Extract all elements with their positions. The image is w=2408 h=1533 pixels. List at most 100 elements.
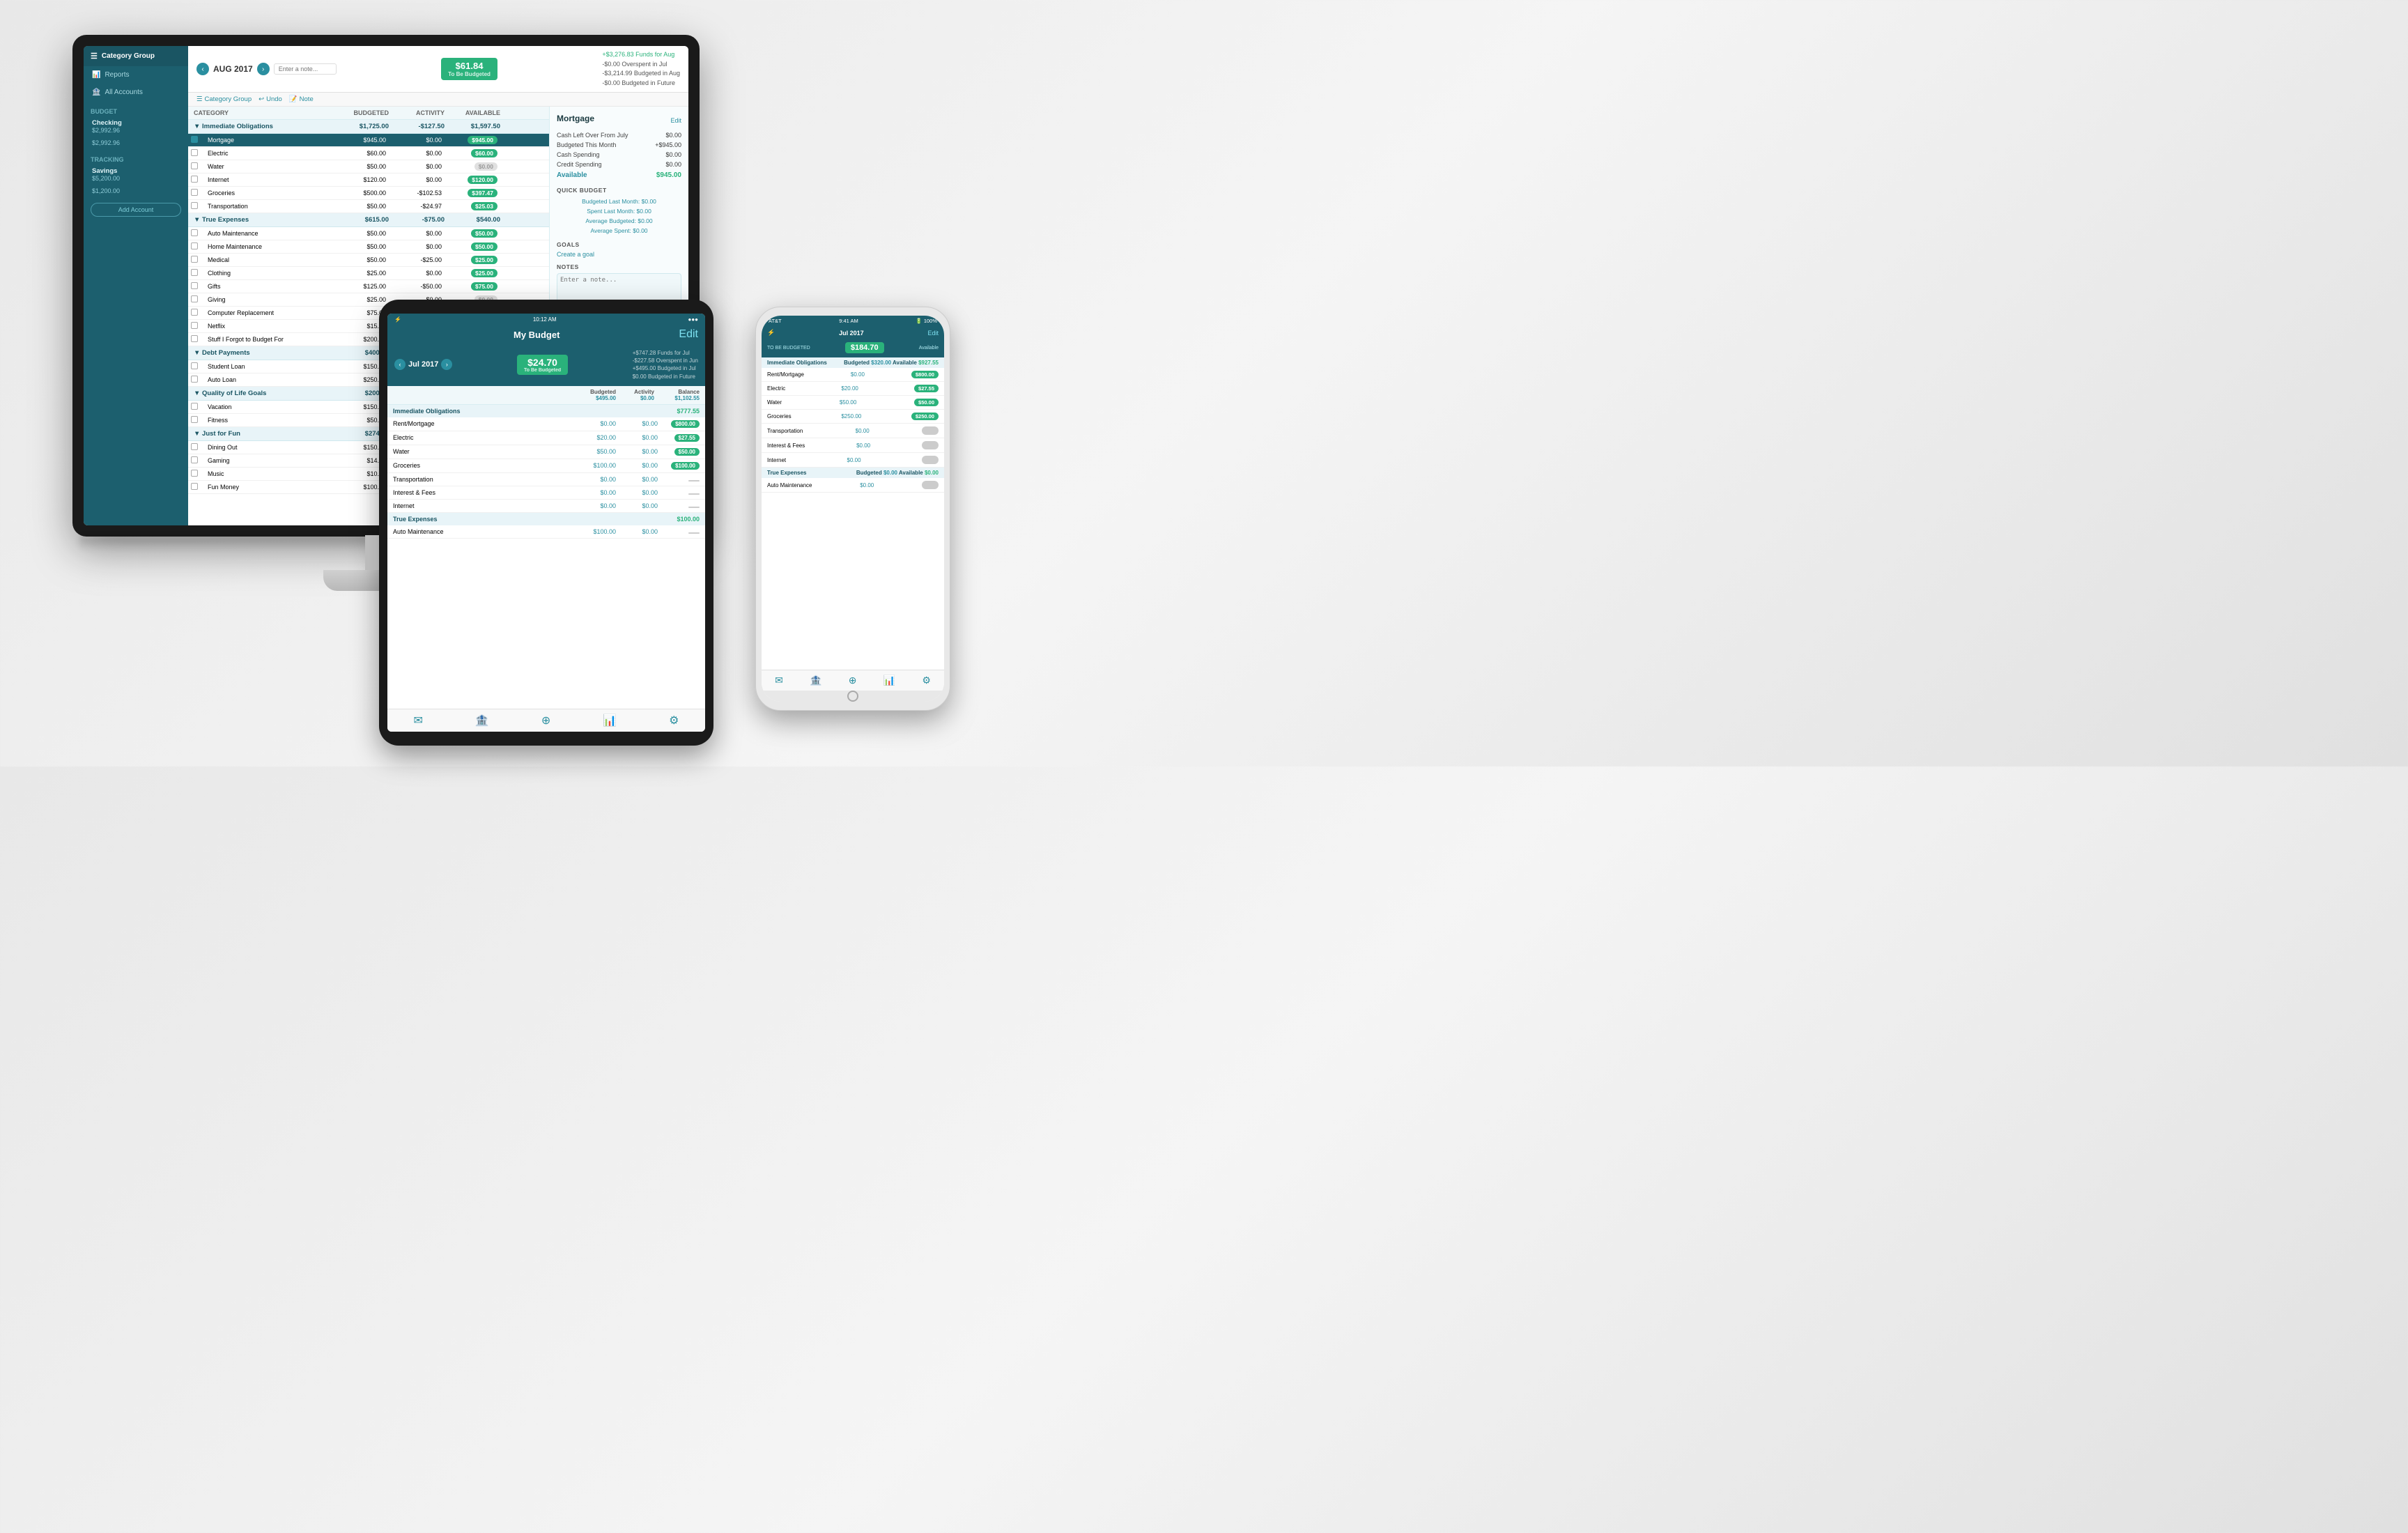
row-checkbox[interactable] [191, 136, 198, 143]
ipad-next-month[interactable]: › [441, 359, 452, 370]
table-row[interactable]: Transportation $50.00 -$24.97 $25.03 [188, 200, 549, 213]
list-item[interactable]: Transportation $0.00 $0.00 [387, 473, 705, 486]
add-account-button[interactable]: Add Account [91, 203, 181, 217]
list-item[interactable]: Water $50.00 $50.00 [762, 396, 944, 410]
list-item[interactable]: Groceries $250.00 $250.00 [762, 410, 944, 424]
ipad-table-header: Budgeted$495.00 Activity$0.00 Balance$1,… [387, 386, 705, 405]
table-row[interactable]: Home Maintenance $50.00$0.00 $50.00 [188, 240, 549, 254]
sidebar-tracking-section: TRACKING [84, 152, 188, 164]
list-item[interactable]: Interest & Fees $0.00 [762, 438, 944, 453]
toggle-switch[interactable] [922, 481, 939, 489]
sidebar-savings-account[interactable]: Savings $5,200.00 [84, 164, 188, 185]
table-row[interactable]: Water $50.00 $0.00 $0.00 [188, 160, 549, 174]
row-checkbox[interactable] [191, 162, 198, 169]
budgeted-this-month-row: Budgeted This Month +$945.00 [557, 140, 681, 150]
reports-label: Reports [105, 71, 129, 79]
list-item: Immediate Obligations $777.55 [387, 405, 705, 417]
ipad-header: My Budget Edit [387, 324, 705, 345]
list-item[interactable]: Auto Maintenance $100.00 $0.00 [387, 525, 705, 539]
toggle-switch[interactable] [922, 441, 939, 449]
row-checkbox[interactable] [191, 189, 198, 196]
sidebar-budget-label: Category Group [102, 52, 155, 60]
credit-spending-row: Credit Spending $0.00 [557, 160, 681, 169]
nav-gear-icon[interactable]: ⚙ [922, 675, 931, 686]
list-item[interactable]: Groceries $100.00 $0.00 $100.00 [387, 459, 705, 473]
list-item[interactable]: Rent/Mortgage $0.00 $0.00 $800.00 [387, 417, 705, 431]
iphone-amount-badge: $184.70 [845, 342, 884, 353]
toggle-switch[interactable] [922, 426, 939, 435]
row-checkbox[interactable] [191, 149, 198, 156]
list-item[interactable]: Auto Maintenance $0.00 [762, 478, 944, 493]
budget-icon: ☰ [91, 52, 98, 61]
table-row[interactable]: Auto Maintenance $50.00$0.00 $50.00 [188, 227, 549, 240]
iphone-device: AT&T 9:41 AM 🔋 100% ⚡ Jul 2017 Edit TO B… [755, 307, 950, 711]
ipad-prev-month[interactable]: ‹ [394, 359, 406, 370]
iphone-available-label: Available [919, 346, 939, 350]
ipad-screen: ⚡ 10:12 AM ●●● My Budget Edit ‹ Jul 2017… [387, 314, 705, 732]
list-item[interactable]: Electric $20.00 $0.00 $27.55 [387, 431, 705, 445]
sidebar: ☰ Category Group 📊 Reports 🏦 All Account… [84, 46, 188, 525]
sidebar-header: ☰ Category Group [84, 46, 188, 66]
quick-budget-title: QUICK BUDGET [557, 187, 681, 194]
table-row[interactable]: Mortgage $945.00 $0.00 $945.00 [188, 134, 549, 147]
nav-chart-icon[interactable]: 📊 [603, 714, 617, 727]
note-button[interactable]: 📝 Note [289, 95, 314, 103]
edit-button[interactable]: Edit [670, 117, 681, 124]
iphone-status-bar: AT&T 9:41 AM 🔋 100% [762, 316, 944, 326]
total-budget-badge: $61.84 To Be Budgeted [441, 58, 497, 80]
undo-button[interactable]: ↩ Undo [258, 95, 282, 103]
table-row[interactable]: Groceries $500.00 -$102.53 $397.47 [188, 187, 549, 200]
nav-bank-icon[interactable]: 🏦 [475, 714, 489, 727]
row-checkbox[interactable] [191, 176, 198, 183]
month-note-input[interactable] [274, 63, 337, 75]
table-header-row: CATEGORY BUDGETED ACTIVITY AVAILABLE [188, 107, 549, 120]
table-row[interactable]: Clothing $25.00$0.00 $25.00 [188, 267, 549, 280]
iphone-edit-button[interactable]: Edit [927, 330, 939, 337]
category-group-button[interactable]: ☰ Category Group [196, 95, 252, 103]
budget-toolbar: ☰ Category Group ↩ Undo 📝 Note [188, 93, 688, 107]
nav-plus-icon[interactable]: ⊕ [541, 714, 550, 727]
sidebar-reports-item[interactable]: 📊 Reports [84, 66, 188, 84]
nav-gear-icon[interactable]: ⚙ [669, 714, 679, 727]
sidebar-accounts-item[interactable]: 🏦 All Accounts [84, 84, 188, 101]
list-item[interactable]: Interest & Fees $0.00 $0.00 [387, 486, 705, 500]
nav-chart-icon[interactable]: 📊 [883, 675, 895, 686]
ipad-edit-button[interactable]: Edit [679, 328, 698, 341]
nav-envelope-icon[interactable]: ✉ [775, 675, 783, 686]
iphone-section-immediate: Immediate Obligations Budgeted $320.00 A… [762, 357, 944, 368]
ipad-table-body: Immediate Obligations $777.55 Rent/Mortg… [387, 405, 705, 709]
nav-plus-icon[interactable]: ⊕ [849, 675, 857, 686]
table-row[interactable]: Medical $50.00-$25.00 $25.00 [188, 254, 549, 267]
quick-budget-spent-last[interactable]: Spent Last Month: $0.00 [557, 206, 681, 216]
main-header: ‹ AUG 2017 › $61.84 To Be Budgeted [188, 46, 688, 93]
nav-bank-icon[interactable]: 🏦 [810, 675, 821, 686]
goals-section: GOALS Create a goal [557, 241, 681, 258]
toggle-switch[interactable] [922, 456, 939, 464]
detail-title: Mortgage [557, 114, 594, 123]
next-month-button[interactable]: › [257, 63, 270, 75]
nav-envelope-icon[interactable]: ✉ [414, 714, 423, 727]
table-row[interactable]: Internet $120.00 $0.00 $120.00 [188, 174, 549, 187]
scene: ☰ Category Group 📊 Reports 🏦 All Account… [45, 35, 1159, 732]
list-item[interactable]: Internet $0.00 $0.00 [387, 500, 705, 513]
create-goal-button[interactable]: Create a goal [557, 251, 681, 258]
list-item[interactable]: Rent/Mortgage $0.00 $800.00 [762, 368, 944, 382]
list-item[interactable]: Water $50.00 $0.00 $50.00 [387, 445, 705, 459]
ipad-body: ⚡ 10:12 AM ●●● My Budget Edit ‹ Jul 2017… [379, 300, 713, 746]
prev-month-button[interactable]: ‹ [196, 63, 209, 75]
list-item[interactable]: Electric $20.00 $27.55 [762, 382, 944, 396]
sidebar-checking-account[interactable]: Checking $2,992.96 [84, 116, 188, 137]
list-item[interactable]: Transportation $0.00 [762, 424, 944, 438]
month-navigator: ‹ AUG 2017 › [196, 63, 337, 75]
table-row[interactable]: Gifts $125.00-$50.00 $75.00 [188, 280, 549, 293]
iphone-home-button[interactable] [847, 691, 858, 702]
quick-budget-avg-spent[interactable]: Average Spent: $0.00 [557, 226, 681, 236]
notes-title: NOTES [557, 263, 681, 270]
list-item[interactable]: Internet $0.00 [762, 453, 944, 468]
ipad-amount-badge: $24.70 To Be Budgeted [517, 355, 568, 375]
iphone-body: AT&T 9:41 AM 🔋 100% ⚡ Jul 2017 Edit TO B… [755, 307, 950, 711]
quick-budget-avg-budgeted[interactable]: Average Budgeted: $0.00 [557, 216, 681, 226]
quick-budget-last-month[interactable]: Budgeted Last Month: $0.00 [557, 197, 681, 206]
row-checkbox[interactable] [191, 202, 198, 209]
table-row[interactable]: Electric $60.00 $0.00 $60.00 [188, 147, 549, 160]
